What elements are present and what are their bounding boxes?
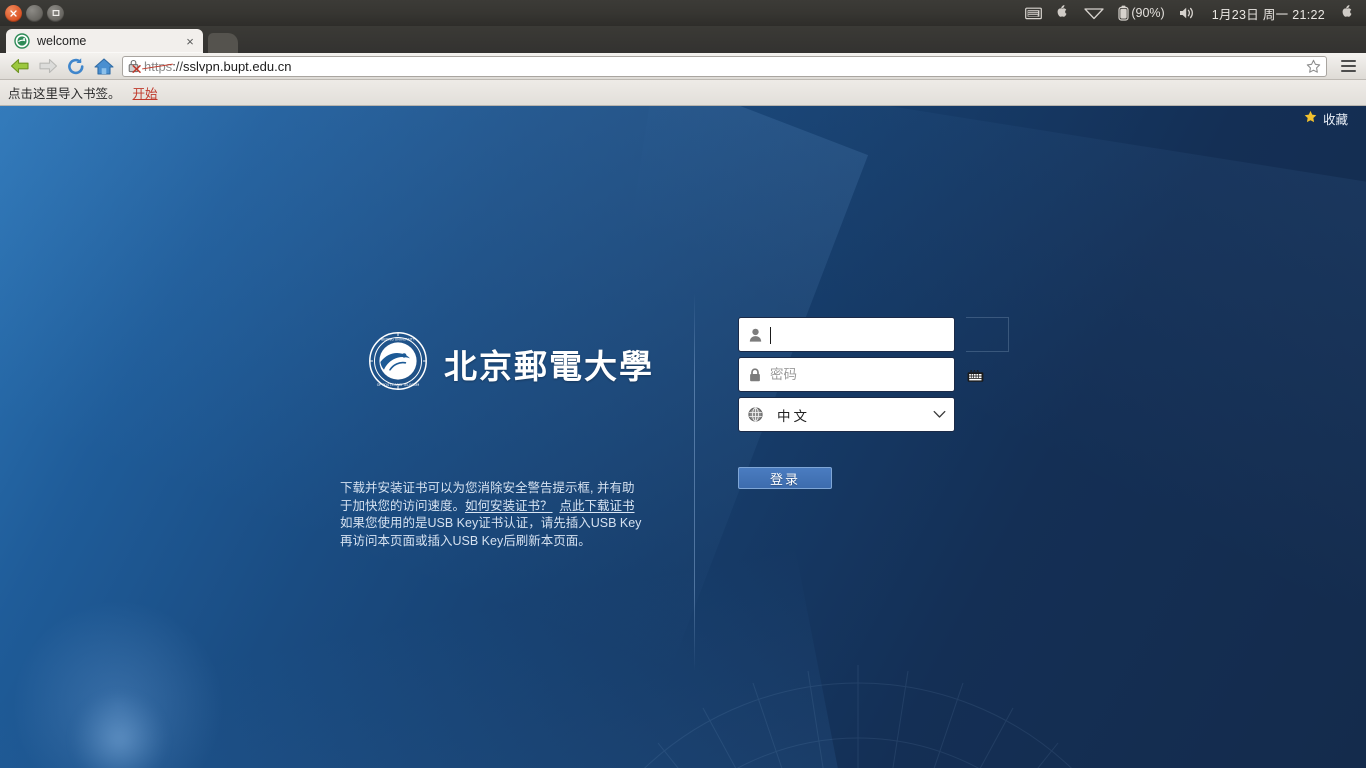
maximize-icon [52,10,59,17]
password-input[interactable] [770,358,954,391]
login-form: 中文 登录 [738,317,1009,489]
wifi-icon [1084,8,1105,20]
menu-line-3 [1340,69,1356,73]
left-column: BEIJING UNIVERSITY OF POSTS AND TELECOM … [340,331,660,550]
tab-close-button[interactable]: × [183,34,197,48]
tab-welcome[interactable]: welcome × [6,29,203,53]
url-scheme-label: https [144,58,173,74]
new-tab-button[interactable] [208,33,238,53]
username-input[interactable] [770,318,954,351]
home-icon [94,57,114,75]
bookmark-import-hint: 点击这里导入书签。 [8,87,121,101]
cert-info-line-3: 如果您使用的是USB Key证书认证，请先插入USB Key [340,516,642,530]
bookmark-star-icon[interactable] [1304,59,1322,74]
keyboard-icon [1025,7,1043,20]
window-minimize-button[interactable] [26,4,43,22]
language-selected-label: 中文 [777,408,810,424]
language-select[interactable]: 中文 [738,397,955,432]
tray-keyboard-indicator[interactable] [1018,0,1049,26]
svg-text:BEIJING UNIVERSITY: BEIJING UNIVERSITY [381,337,416,341]
window-close-button[interactable] [5,4,22,22]
tray-dropbox-indicator[interactable] [1049,0,1077,26]
column-divider [694,293,695,671]
certificate-info-block: 下载并安装证书可以为您消除安全警告提示框, 并有助 于加快您的访问速度。如何安装… [340,480,646,550]
url-text[interactable]: https://sslvpn.bupt.edu.cn [144,59,1304,74]
battery-icon [1118,5,1129,21]
cert-info-line-4: 再访问本页面或插入USB Key后刷新本页面。 [340,533,591,548]
brand-name-label: 北京郵電大學 [444,346,654,386]
url-bar[interactable]: https://sslvpn.bupt.edu.cn [122,55,1327,77]
minimize-icon [31,10,39,17]
cert-info-line-2-prefix: 于加快您的访问速度。 [340,498,466,513]
window-controls [0,4,64,22]
tray-battery-indicator[interactable]: (90%) [1111,0,1171,26]
how-to-install-cert-link[interactable]: 如何安装证书？ [465,499,553,513]
tray-volume-indicator[interactable] [1172,0,1203,26]
apple-session-icon [1342,5,1352,17]
broken-https-lock-icon[interactable] [128,59,142,73]
url-separator-label: :// [172,58,184,74]
forward-arrow-icon [39,58,58,74]
tab-strip: welcome × [0,26,1366,53]
favorite-label: 收藏 [1322,113,1348,127]
page-favorite-widget[interactable]: 收藏 [1304,109,1348,128]
close-icon [10,9,17,17]
menu-line-2 [1340,64,1356,68]
tab-title-label: welcome [37,34,87,48]
tab-favicon-icon [14,33,30,49]
tray-wifi-indicator[interactable] [1077,0,1111,26]
text-caret [770,327,771,344]
onscreen-keyboard-icon[interactable] [967,369,984,383]
battery-percent-label: (90%) [1131,6,1165,20]
svg-text:OF POSTS AND TELECOM: OF POSTS AND TELECOM [377,383,420,387]
apple-icon [1057,5,1067,17]
page-viewport: 收藏 BEIJING UNIVERSITY OF POSTS AND TELEC… [0,106,1366,768]
lock-icon [747,367,763,382]
bookmark-import-start-link[interactable]: 开始 [133,83,158,102]
brand-block: BEIJING UNIVERSITY OF POSTS AND TELECOM … [368,331,660,396]
reload-button[interactable] [62,54,90,78]
username-field[interactable] [738,317,955,352]
reload-icon [68,57,84,74]
page-content: BEIJING UNIVERSITY OF POSTS AND TELECOM … [0,106,1366,768]
back-button[interactable] [6,54,34,78]
menu-line-1 [1340,59,1356,63]
favorite-star-icon [1304,110,1317,128]
chevron-down-icon[interactable] [932,410,946,419]
os-top-panel: (90%) 1月23日 周一 21:22 [0,0,1366,26]
volume-icon [1179,7,1193,19]
globe-icon [747,407,763,422]
username-field-outline [966,317,1009,352]
browser-chrome: welcome × https://sslvpn.bupt.edu.cn 点击这… [0,26,1366,106]
user-icon [747,328,763,342]
back-arrow-icon [10,58,29,74]
bookmark-bar: 点击这里导入书签。 开始 [0,80,1366,106]
forward-button [34,54,62,78]
browser-menu-button[interactable] [1336,54,1360,78]
cert-info-line-1: 下载并安装证书可以为您消除安全警告提示框, 并有助 [340,481,635,495]
browser-toolbar: https://sslvpn.bupt.edu.cn [0,53,1366,80]
url-host-label: sslvpn.bupt.edu.cn [183,58,292,74]
tray-clock[interactable]: 1月23日 周一 21:22 [1203,4,1334,23]
home-button[interactable] [90,54,118,78]
login-submit-button[interactable]: 登录 [738,467,832,489]
tray-session-menu[interactable] [1334,0,1362,26]
bupt-seal-icon: BEIJING UNIVERSITY OF POSTS AND TELECOM [368,331,428,396]
window-maximize-button[interactable] [47,4,64,22]
cert-info-line-2: 于加快您的访问速度。如何安装证书？ 点此下载证书 [340,498,646,516]
download-cert-link[interactable]: 点此下载证书 [559,499,634,513]
system-tray: (90%) 1月23日 周一 21:22 [1018,0,1366,26]
password-field[interactable] [738,357,955,392]
